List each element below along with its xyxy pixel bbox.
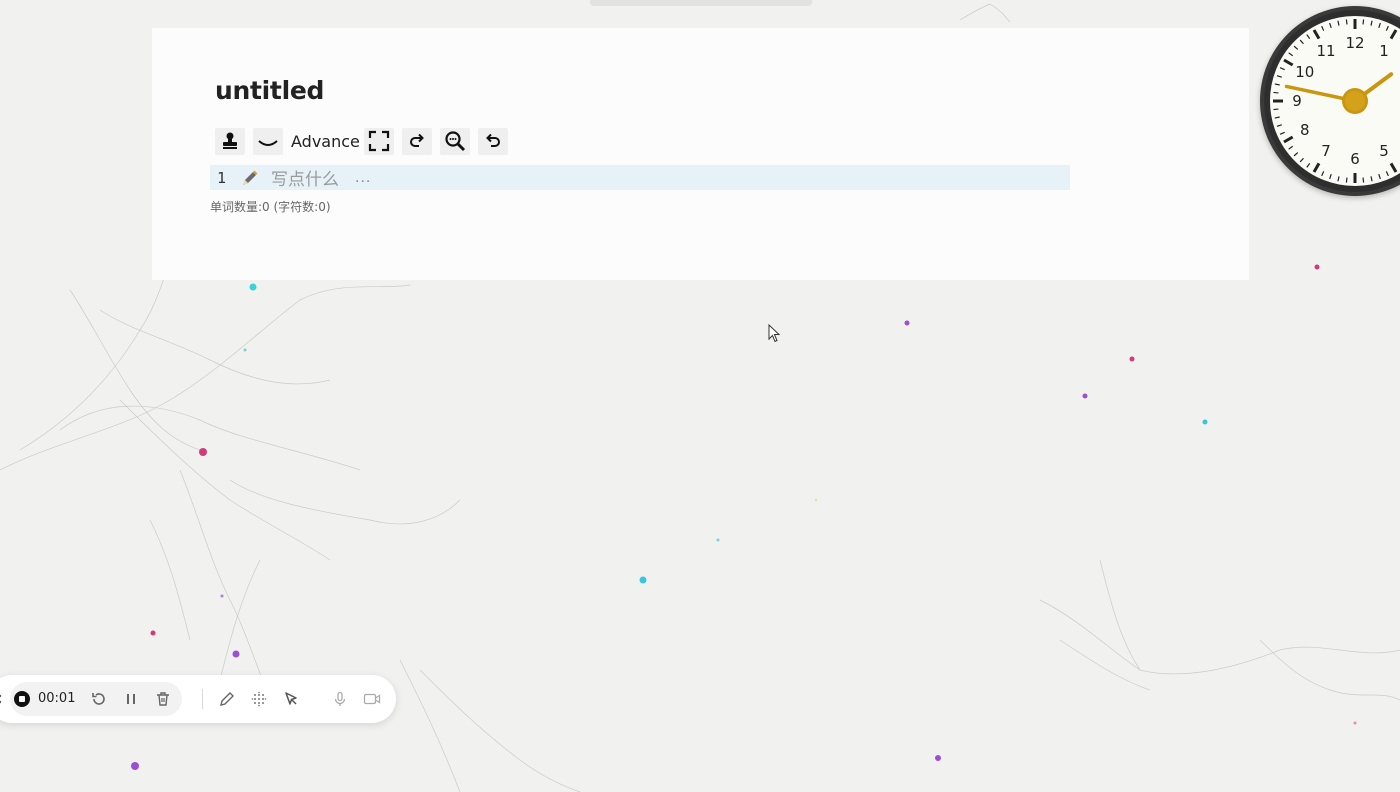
- smile-button[interactable]: [253, 127, 283, 155]
- smile-curve-icon: [258, 140, 278, 146]
- pointer-icon: [285, 692, 297, 705]
- undo-icon: [485, 133, 500, 147]
- zoom-search-icon: [445, 131, 465, 152]
- word-count: 单词数量:0 (字符数:0): [210, 200, 331, 214]
- clock-number: 1: [1379, 42, 1389, 60]
- editor-card: untitled Advance 1 写点什么 ... 单词数量:0 (字符数:…: [152, 28, 1249, 280]
- clock-number: 5: [1379, 142, 1389, 160]
- line-number: 1: [217, 168, 227, 187]
- pen-icon: [220, 692, 234, 706]
- top-strip: [590, 0, 812, 6]
- editor-toolbar: Advance: [215, 127, 516, 155]
- fullscreen-button[interactable]: [363, 127, 394, 155]
- pen-button[interactable]: [218, 690, 236, 708]
- advance-button[interactable]: Advance: [291, 132, 360, 151]
- record-stop-button[interactable]: [12, 689, 32, 709]
- mouse-cursor-icon: [768, 324, 781, 343]
- camera-icon: [363, 693, 381, 705]
- fullscreen-icon: [368, 130, 389, 152]
- undo-button[interactable]: [477, 127, 508, 155]
- clock-number: 7: [1321, 142, 1331, 160]
- clock-minute-tick: [1345, 19, 1348, 25]
- screen-recorder-bar: 00:01: [0, 675, 396, 723]
- clock-minute-tick: [1345, 177, 1348, 183]
- toolbar-divider: [202, 689, 203, 709]
- redo-icon: [409, 133, 424, 147]
- pointer-button[interactable]: [282, 690, 300, 708]
- record-stop-icon: [14, 691, 30, 707]
- recording-controls: 00:01: [10, 682, 182, 716]
- grid-dots-icon: [251, 691, 267, 707]
- clock-number: 8: [1300, 121, 1310, 139]
- editor-line-1[interactable]: 1 写点什么 ...: [210, 165, 1070, 190]
- camera-button[interactable]: [362, 690, 382, 708]
- analog-clock: 121234567891011: [1260, 6, 1400, 196]
- pause-button[interactable]: [122, 690, 140, 708]
- clock-number: 10: [1295, 63, 1314, 81]
- drag-handle-icon[interactable]: [0, 691, 4, 707]
- clock-number: 9: [1292, 92, 1302, 110]
- stamp-button[interactable]: [215, 127, 245, 155]
- editor-placeholder[interactable]: 写点什么: [271, 165, 339, 190]
- pause-icon: [127, 694, 135, 704]
- stamp-icon: [223, 132, 237, 149]
- restart-button[interactable]: [90, 690, 108, 708]
- clock-minute-tick: [1273, 91, 1279, 94]
- microphone-icon: [334, 691, 346, 706]
- elapsed-time: 00:01: [38, 691, 76, 706]
- zoom-search-button[interactable]: [439, 127, 470, 155]
- pencil-icon: [239, 168, 259, 188]
- delete-button[interactable]: [154, 690, 172, 708]
- redo-button[interactable]: [401, 127, 432, 155]
- clock-minute-tick: [1273, 108, 1279, 111]
- microphone-button[interactable]: [331, 690, 349, 708]
- trash-icon: [157, 692, 169, 706]
- clock-number: 12: [1345, 34, 1364, 52]
- restart-icon: [92, 693, 105, 705]
- more-indicator: ...: [355, 168, 372, 186]
- grid-button[interactable]: [250, 690, 268, 708]
- document-title[interactable]: untitled: [215, 76, 324, 105]
- clock-minute-tick: [1362, 177, 1365, 183]
- clock-number: 6: [1350, 150, 1360, 168]
- clock-minute-tick: [1362, 19, 1365, 25]
- clock-number: 11: [1316, 42, 1335, 60]
